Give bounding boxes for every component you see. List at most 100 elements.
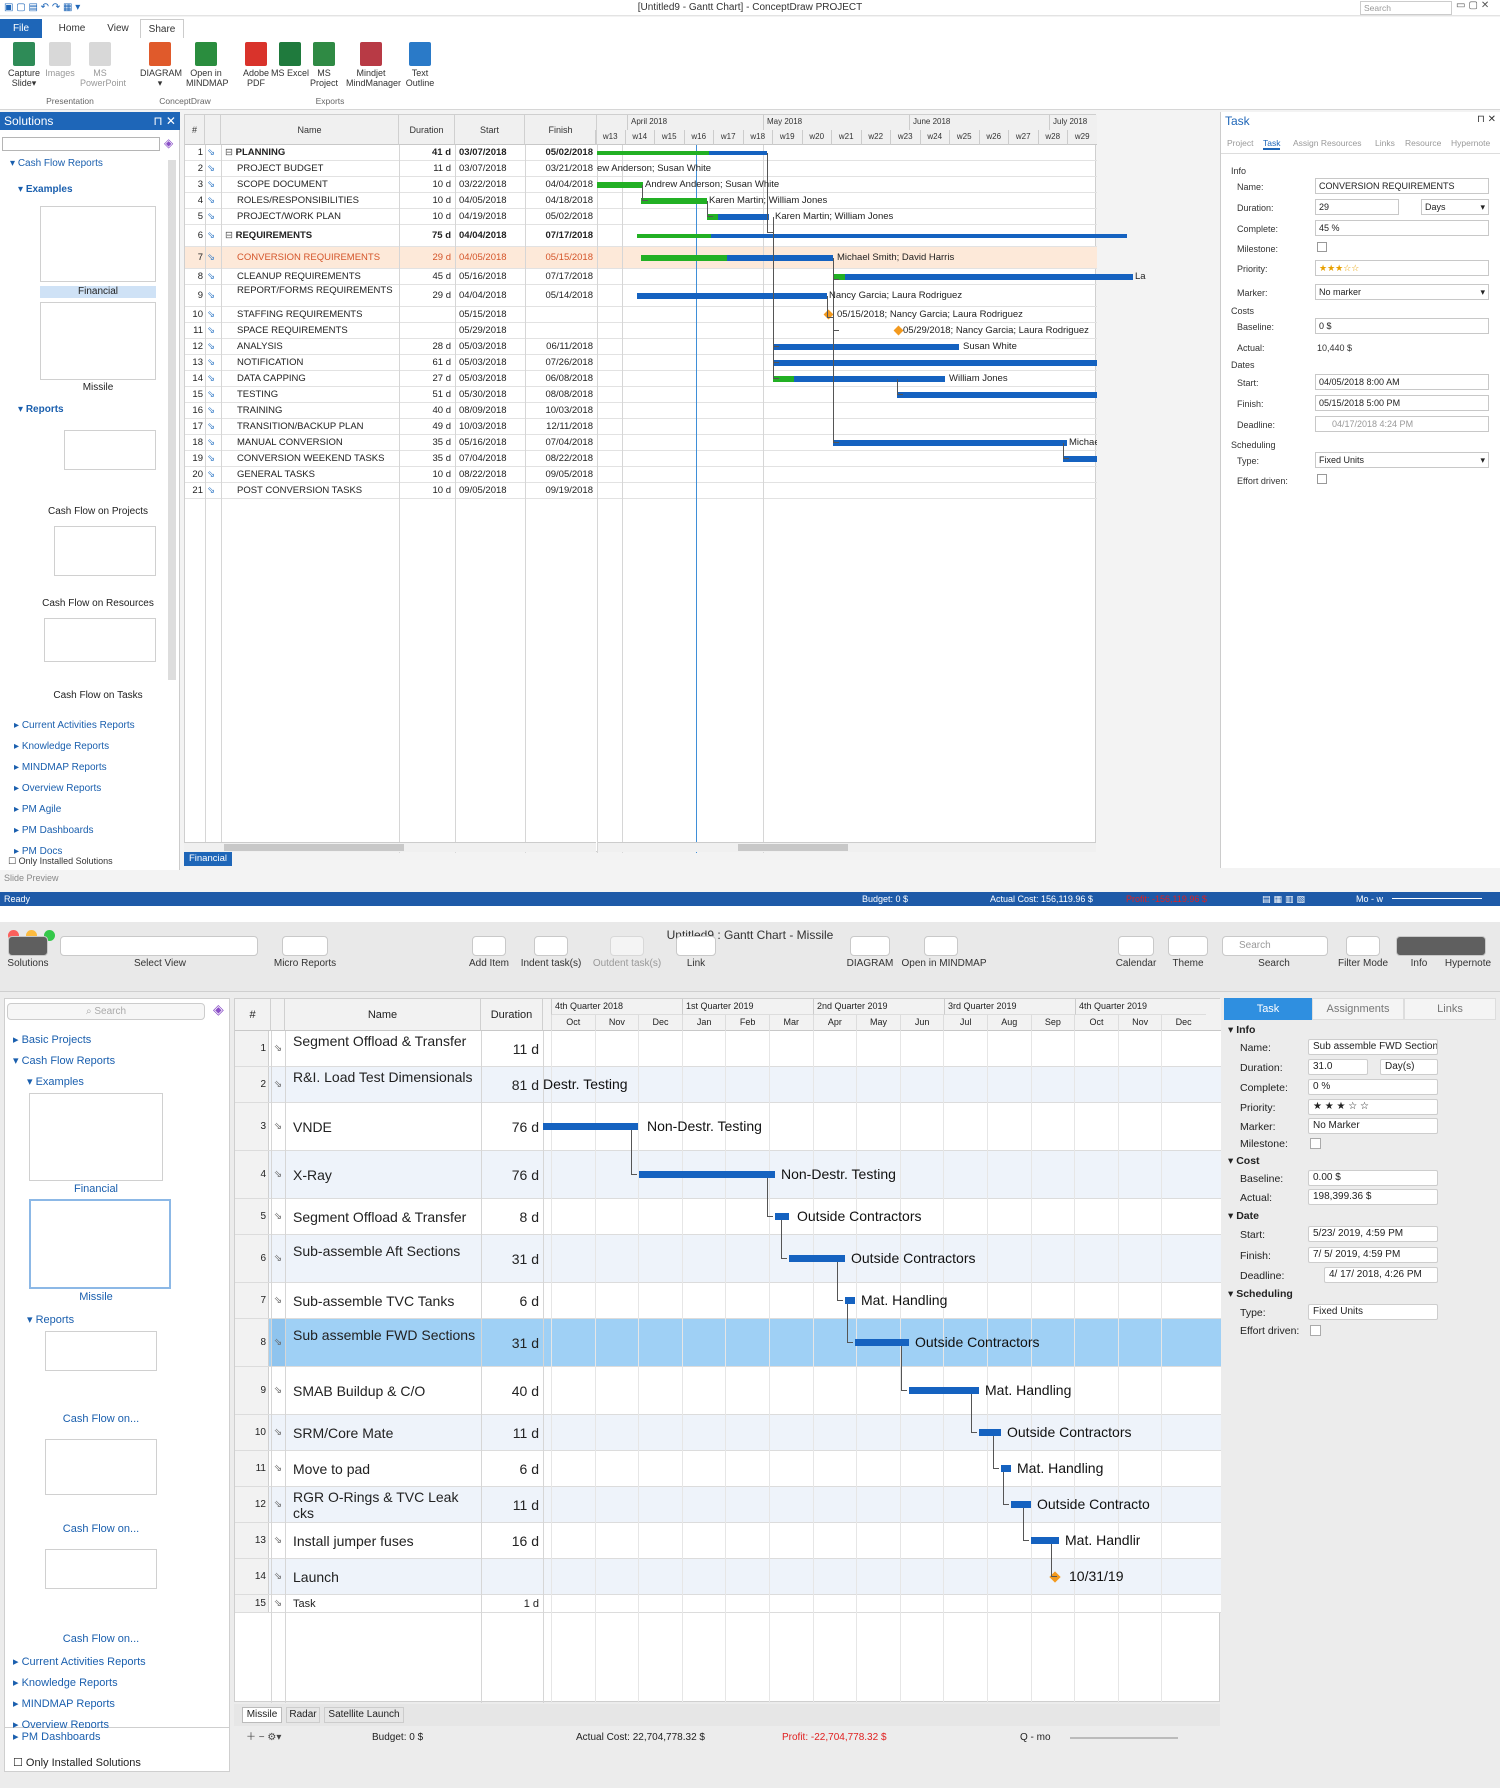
tree-cash-flow-reports[interactable]: ▾ Cash Flow Reports — [10, 158, 103, 169]
tab-task[interactable]: Task — [1263, 138, 1281, 150]
baseline-field[interactable]: 0 $ — [1315, 318, 1489, 334]
task-name[interactable]: PROJECT BUDGET — [237, 161, 397, 177]
tab-hypernote[interactable]: Hypernote — [1451, 138, 1490, 148]
view-mode-icons[interactable]: ▤▦▥▧ — [1262, 892, 1308, 906]
col-finish[interactable]: Finish — [525, 115, 597, 145]
table-row[interactable]: 12 ⇘ ANALYSIS 28 d 05/03/2018 06/11/2018 — [185, 339, 1097, 355]
tree-pm-docs[interactable]: ▸ PM Docs — [14, 846, 62, 855]
task-name[interactable]: RGR O-Rings & TVC Leak cks — [293, 1489, 479, 1521]
task-name[interactable]: SMAB Buildup & C/O — [293, 1367, 479, 1415]
milestone-checkbox[interactable] — [1310, 1138, 1321, 1149]
outdent-icon[interactable] — [610, 936, 644, 956]
task-name[interactable]: Segment Offload & Transfer — [293, 1033, 479, 1049]
tree-current-activities[interactable]: ▸ Current Activities Reports — [14, 720, 135, 731]
solutions-search-input[interactable] — [2, 137, 160, 151]
duration-field[interactable]: 31.0 — [1308, 1059, 1368, 1075]
tab-resource[interactable]: Resource — [1405, 138, 1441, 148]
sheet-tab-satellite-launch[interactable]: Satellite Launch — [324, 1707, 404, 1723]
table-row[interactable]: 8 ⇘ Sub assemble FWD Sections 31 d — [235, 1319, 1221, 1367]
calendar-button[interactable]: Calendar — [1114, 958, 1158, 969]
marker-select[interactable]: No marker ▾ — [1315, 284, 1489, 300]
missile-thumbnail[interactable] — [29, 1199, 171, 1289]
task-name[interactable]: CONVERSION REQUIREMENTS — [237, 247, 397, 269]
sheet-tab-radar[interactable]: Radar — [286, 1707, 320, 1723]
task-name[interactable]: PROJECT/WORK PLAN — [237, 209, 397, 225]
ms-project-button[interactable]: MS Project — [304, 42, 344, 98]
indent-tasks-button[interactable]: Indent task(s) — [516, 958, 586, 969]
missile-thumbnail[interactable] — [40, 302, 156, 380]
diagram-button[interactable]: DIAGRAM — [846, 958, 894, 969]
info-hypernote-icons[interactable] — [1396, 936, 1486, 956]
table-row[interactable]: 1 ⇘ Segment Offload & Transfer 11 d — [235, 1031, 1221, 1067]
task-name[interactable]: TRANSITION/BACKUP PLAN — [237, 419, 397, 435]
task-name[interactable]: TRAINING — [237, 403, 397, 419]
outdent-tasks-button[interactable]: Outdent task(s) — [590, 958, 664, 969]
task-name[interactable]: Sub-assemble TVC Tanks — [293, 1283, 479, 1319]
tree-reports[interactable]: ▾ Reports — [18, 404, 64, 415]
gantt-bar[interactable] — [543, 1123, 638, 1130]
add-item-icon[interactable] — [472, 936, 506, 956]
gantt-bar[interactable] — [909, 1387, 979, 1394]
table-row[interactable]: 6 ⇘ Sub-assemble Aft Sections 31 d — [235, 1235, 1221, 1283]
tree-pm-agile[interactable]: ▸ PM Agile — [14, 804, 61, 815]
cash-flow-projects-thumbnail[interactable] — [64, 430, 156, 470]
task-name[interactable]: Segment Offload & Transfer — [293, 1199, 479, 1235]
hypernote-button[interactable]: Hypernote — [1440, 958, 1496, 969]
task-name[interactable]: REPORT/FORMS REQUIREMENTS — [237, 286, 397, 296]
tab-share[interactable]: Share — [140, 19, 184, 38]
info-button[interactable]: Info — [1406, 958, 1432, 969]
tree-pm-dashboards[interactable]: ▸ PM Dashboards — [13, 1730, 100, 1743]
mindmap-icon[interactable] — [924, 936, 958, 956]
task-name[interactable]: Task — [293, 1595, 479, 1613]
cash-flow-tasks-thumbnail[interactable] — [44, 618, 156, 662]
tree-pm-dashboards[interactable]: ▸ PM Dashboards — [14, 825, 94, 836]
open-in-mindmap-button[interactable]: Open in MINDMAP — [186, 42, 229, 98]
task-name-field[interactable]: Sub assemble FWD Sections — [1308, 1039, 1438, 1055]
add-remove-buttons[interactable]: ＋ − ⚙▾ — [246, 1728, 281, 1748]
task-name[interactable]: CONVERSION WEEKEND TASKS — [237, 451, 397, 467]
search-button[interactable]: Search — [1252, 958, 1296, 969]
ms-powerpoint-button[interactable]: MS PowerPoint — [80, 42, 126, 98]
table-row[interactable]: 16 ⇘ TRAINING 40 d 08/09/2018 10/03/2018 — [185, 403, 1097, 419]
col-name[interactable]: Name — [285, 999, 481, 1031]
task-name[interactable]: ANALYSIS — [237, 339, 397, 355]
deadline-field[interactable]: 4/ 17/ 2018, 4:26 PM — [1324, 1267, 1438, 1283]
diagram-icon[interactable] — [850, 936, 890, 956]
task-name[interactable]: SPACE REQUIREMENTS — [237, 323, 397, 339]
table-row[interactable]: 5 ⇘ Segment Offload & Transfer 8 d — [235, 1199, 1221, 1235]
tab-assign-resources[interactable]: Assign Resources — [1293, 138, 1362, 148]
sidebar-home-icon[interactable]: ◈ — [213, 1001, 224, 1018]
priority-stars[interactable]: ★★★☆☆ — [1315, 260, 1489, 276]
table-row[interactable]: 5 ⇘ PROJECT/WORK PLAN 10 d 04/19/2018 05/02/2… — [185, 209, 1097, 225]
indent-icon[interactable] — [534, 936, 568, 956]
capture-slide-button[interactable]: Capture Slide▾ — [4, 42, 44, 98]
col-duration[interactable]: Duration — [399, 115, 455, 145]
gantt-bar[interactable] — [845, 1297, 855, 1304]
tree-current-activities[interactable]: ▸ Current Activities Reports — [13, 1655, 146, 1668]
table-row[interactable]: 19 ⇘ CONVERSION WEEKEND TASKS 35 d 07/04/201… — [185, 451, 1097, 467]
cash-flow-projects-thumbnail[interactable] — [45, 1331, 157, 1371]
gantt-bar[interactable] — [637, 234, 1127, 238]
link-icon[interactable] — [676, 936, 716, 956]
task-name[interactable]: MANUAL CONVERSION — [237, 435, 397, 451]
gantt-bar[interactable] — [855, 1339, 909, 1346]
task-name[interactable]: Install jumper fuses — [293, 1523, 479, 1559]
marker-select[interactable]: No Marker — [1308, 1118, 1438, 1134]
task-name[interactable]: Sub assemble FWD Sections — [293, 1327, 479, 1343]
task-name[interactable]: Sub-assemble Aft Sections — [293, 1243, 479, 1259]
milestone-checkbox[interactable] — [1317, 242, 1327, 252]
start-date-field[interactable]: 5/23/ 2019, 4:59 PM — [1308, 1226, 1438, 1242]
complete-field[interactable]: 0 % — [1308, 1079, 1438, 1095]
task-name[interactable]: NOTIFICATION — [237, 355, 397, 371]
solutions-scrollbar[interactable] — [168, 160, 176, 680]
filter-icon[interactable] — [1346, 936, 1380, 956]
quick-access-icons[interactable]: ▣ ▢ ▤ ↶ ↷ ▦ ▾ — [4, 2, 80, 13]
task-name[interactable]: ⊟ REQUIREMENTS — [225, 225, 397, 247]
gantt-bar[interactable] — [1031, 1537, 1059, 1544]
task-name[interactable]: POST CONVERSION TASKS — [237, 483, 397, 499]
gantt-bar[interactable] — [775, 1213, 789, 1220]
table-hscroll[interactable] — [184, 842, 596, 852]
sheet-tab-financial[interactable]: Financial — [184, 852, 232, 866]
search-input[interactable]: Search — [1360, 1, 1452, 15]
panel-pin-close-icon[interactable]: ⊓ ✕ — [153, 112, 176, 130]
